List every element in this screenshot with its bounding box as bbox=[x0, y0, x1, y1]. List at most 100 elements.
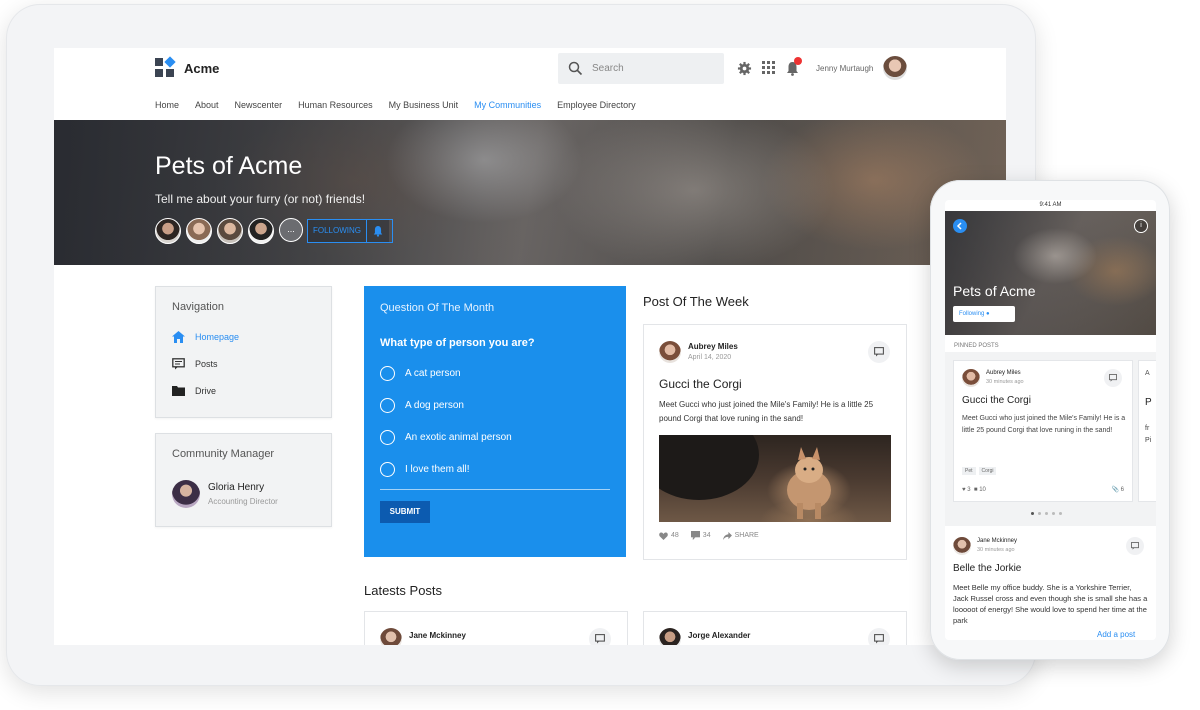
nav-item-employee-directory[interactable]: Employee Directory bbox=[557, 100, 636, 116]
divider bbox=[380, 489, 610, 490]
member-avatar[interactable] bbox=[248, 218, 274, 244]
radio-button[interactable] bbox=[380, 430, 395, 445]
brand-name[interactable]: Acme bbox=[184, 61, 219, 76]
post-title[interactable]: Belle the Jorkie bbox=[953, 563, 1021, 574]
comments-count: 10 bbox=[979, 486, 986, 493]
author-avatar[interactable] bbox=[380, 628, 402, 645]
post-author[interactable]: Jorge Alexander bbox=[688, 631, 750, 640]
more-members-button[interactable]: ... bbox=[279, 218, 303, 242]
user-avatar[interactable] bbox=[883, 56, 907, 80]
sidebar-item-posts[interactable]: Posts bbox=[172, 358, 218, 370]
chat-icon bbox=[874, 347, 884, 357]
author-avatar[interactable] bbox=[659, 341, 681, 363]
post-title[interactable]: Gucci the Corgi bbox=[962, 395, 1031, 406]
following-button[interactable]: FOLLOWING bbox=[307, 219, 393, 243]
info-icon[interactable]: i bbox=[1134, 219, 1148, 233]
author-avatar[interactable] bbox=[659, 628, 681, 645]
manager-name[interactable]: Gloria Henry bbox=[208, 482, 264, 493]
poll-option-label: A dog person bbox=[405, 400, 464, 411]
poll-option[interactable]: A dog person bbox=[380, 398, 464, 413]
add-post-button[interactable]: Add a post bbox=[1097, 630, 1135, 639]
user-name[interactable]: Jenny Murtaugh bbox=[816, 64, 873, 73]
comment-button[interactable] bbox=[868, 628, 890, 645]
gear-icon[interactable] bbox=[737, 61, 752, 76]
person-icon: ● bbox=[986, 311, 990, 317]
latest-post-card[interactable]: Jane Mckinney bbox=[364, 611, 628, 645]
sidebar-item-label: Drive bbox=[195, 385, 217, 396]
pinned-post-card-peek[interactable]: A P fr Pi bbox=[1138, 360, 1156, 502]
post-of-week-heading: Post Of The Week bbox=[643, 294, 749, 309]
sidebar-item-drive[interactable]: Drive bbox=[172, 385, 216, 396]
search-input[interactable]: Search bbox=[558, 53, 724, 84]
question-of-month-card: Question Of The Month What type of perso… bbox=[364, 286, 626, 557]
chat-icon bbox=[595, 634, 605, 644]
share-button[interactable]: SHARE bbox=[722, 531, 759, 540]
phone-device: 9:41 AM i Pets of Acme Following ● PINNE… bbox=[930, 180, 1170, 660]
post-author[interactable]: Aubrey Miles bbox=[986, 370, 1021, 376]
like-button[interactable]: 48 bbox=[659, 531, 679, 540]
peek-body-initial: Pi bbox=[1145, 437, 1152, 444]
post-title[interactable]: Gucci the Corgi bbox=[659, 377, 742, 391]
radio-button[interactable] bbox=[380, 398, 395, 413]
post-image[interactable] bbox=[659, 435, 891, 522]
submit-button[interactable]: SUBMIT bbox=[380, 501, 430, 523]
radio-button[interactable] bbox=[380, 366, 395, 381]
post-author[interactable]: Jane Mckinney bbox=[977, 538, 1017, 544]
sidebar-item-homepage[interactable]: Homepage bbox=[172, 331, 239, 343]
share-icon bbox=[722, 531, 732, 540]
following-label: FOLLOWING bbox=[308, 220, 367, 242]
member-avatars: ... bbox=[155, 218, 303, 244]
acme-logo-icon[interactable] bbox=[155, 56, 176, 78]
latest-posts-heading: Latests Posts bbox=[364, 583, 443, 598]
tag[interactable]: Corgi bbox=[978, 467, 997, 475]
carousel-dots[interactable] bbox=[1031, 512, 1062, 515]
post-author[interactable]: Aubrey Miles bbox=[688, 342, 738, 351]
latest-post-card[interactable]: Jorge Alexander bbox=[643, 611, 907, 645]
author-avatar[interactable] bbox=[962, 369, 980, 387]
heart-icon bbox=[659, 531, 668, 540]
comment-button[interactable] bbox=[589, 628, 611, 645]
nav-item-about[interactable]: About bbox=[195, 100, 219, 116]
sidebar-item-label: Posts bbox=[195, 359, 218, 369]
comment-button[interactable] bbox=[868, 341, 890, 363]
member-avatar[interactable] bbox=[217, 218, 243, 244]
tablet-device: Acme Search Jenny Murtaugh Home About News… bbox=[6, 4, 1036, 686]
member-avatar[interactable] bbox=[155, 218, 181, 244]
tag[interactable]: Pet bbox=[962, 467, 976, 475]
nav-item-my-business-unit[interactable]: My Business Unit bbox=[389, 100, 459, 116]
nav-item-my-communities[interactable]: My Communities bbox=[474, 100, 541, 116]
nav-item-human-resources[interactable]: Human Resources bbox=[298, 100, 373, 116]
comment-button[interactable] bbox=[1126, 537, 1144, 555]
back-button[interactable] bbox=[953, 219, 967, 233]
attachment-icon[interactable]: 📎 bbox=[1112, 486, 1119, 493]
folder-icon bbox=[172, 386, 185, 396]
nav-item-home[interactable]: Home bbox=[155, 100, 179, 116]
comment-icon[interactable]: ■ bbox=[974, 487, 978, 493]
pinned-posts-label: PINNED POSTS bbox=[954, 343, 999, 349]
question-text: What type of person you are? bbox=[380, 337, 535, 349]
phone-following-button[interactable]: Following ● bbox=[953, 306, 1015, 322]
phone-community-banner: i Pets of Acme Following ● bbox=[945, 211, 1156, 335]
search-placeholder: Search bbox=[592, 63, 624, 74]
comment-icon bbox=[690, 531, 700, 540]
pinned-posts-carousel[interactable]: Aubrey Miles 30 minutes ago Gucci the Co… bbox=[945, 352, 1156, 526]
bell-icon[interactable] bbox=[366, 220, 390, 242]
author-avatar[interactable] bbox=[953, 537, 971, 555]
post-author[interactable]: Jane Mckinney bbox=[409, 631, 466, 640]
phone-post-card[interactable]: Jane Mckinney 30 minutes ago Belle the J… bbox=[945, 528, 1156, 640]
member-avatar[interactable] bbox=[186, 218, 212, 244]
radio-button[interactable] bbox=[380, 462, 395, 477]
pinned-post-card[interactable]: Aubrey Miles 30 minutes ago Gucci the Co… bbox=[953, 360, 1133, 502]
apps-grid-icon[interactable] bbox=[762, 61, 775, 74]
comment-button[interactable] bbox=[1104, 369, 1122, 387]
comments-button[interactable]: 34 bbox=[690, 531, 711, 540]
poll-option[interactable]: A cat person bbox=[380, 366, 461, 381]
poll-option[interactable]: I love them all! bbox=[380, 462, 469, 477]
phone-screen: 9:41 AM i Pets of Acme Following ● PINNE… bbox=[945, 200, 1156, 640]
manager-avatar[interactable] bbox=[172, 480, 200, 508]
post-of-week-card[interactable]: Aubrey Miles April 14, 2020 Gucci the Co… bbox=[643, 324, 907, 560]
nav-item-newscenter[interactable]: Newscenter bbox=[235, 100, 283, 116]
poll-option[interactable]: An exotic animal person bbox=[380, 430, 512, 445]
post-time: 30 minutes ago bbox=[977, 547, 1015, 553]
heart-icon[interactable]: ♥ bbox=[962, 487, 966, 493]
